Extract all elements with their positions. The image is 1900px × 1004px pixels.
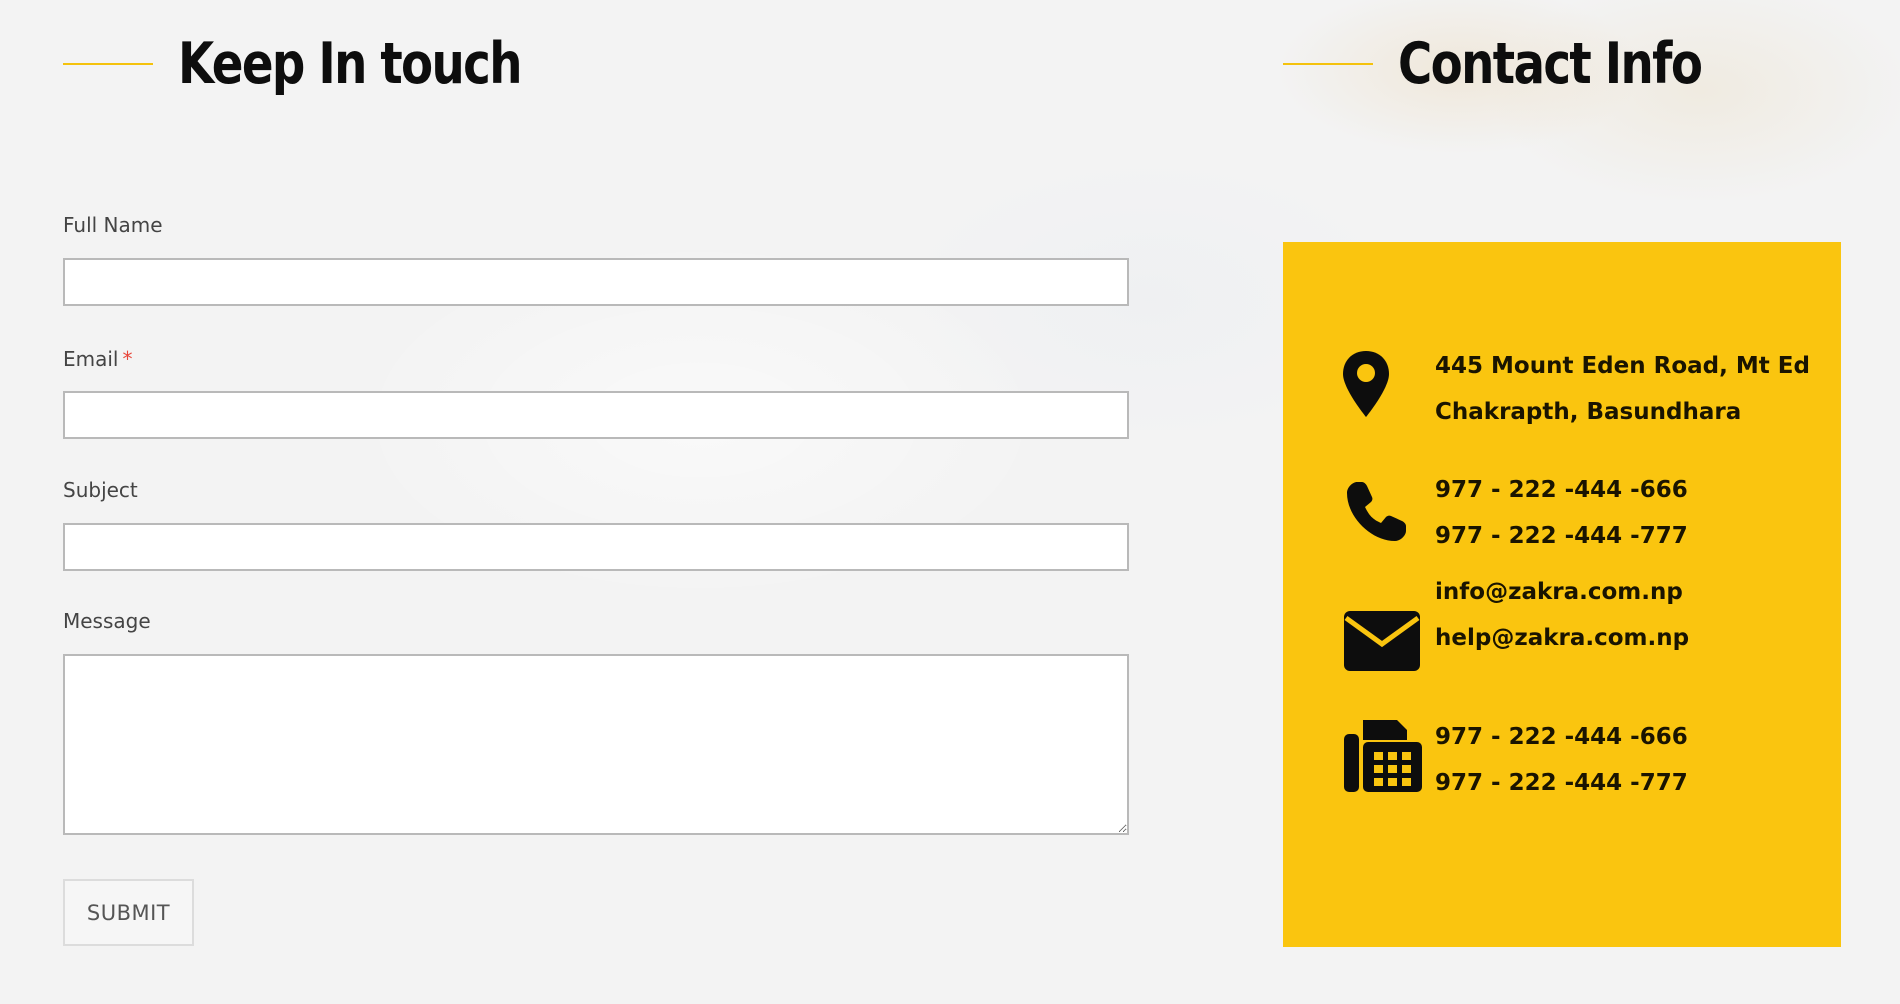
full-name-input[interactable] — [63, 258, 1129, 306]
required-marker: * — [122, 347, 133, 371]
subject-input[interactable] — [63, 523, 1129, 571]
address-text: 445 Mount Eden Road, Mt Ed Chakrapth, Ba… — [1435, 343, 1810, 435]
email-line-1: info@zakra.com.np — [1435, 579, 1683, 605]
heading-accent-line — [1283, 63, 1373, 65]
address-line-1: 445 Mount Eden Road, Mt Ed — [1435, 353, 1810, 379]
address-row: 445 Mount Eden Road, Mt Ed Chakrapth, Ba… — [1283, 343, 1841, 443]
fax-text: 977 - 222 -444 -666 977 - 222 -444 -777 — [1435, 714, 1688, 806]
email-line-2: help@zakra.com.np — [1435, 625, 1690, 651]
email-input[interactable] — [63, 391, 1129, 439]
email-label-text: Email — [63, 347, 119, 371]
full-name-label: Full Name — [63, 213, 163, 237]
message-label: Message — [63, 609, 151, 633]
map-pin-icon — [1340, 345, 1420, 425]
keep-in-touch-title: Keep In touch — [178, 31, 523, 97]
phone-line-1: 977 - 222 -444 -666 — [1435, 477, 1688, 503]
phone-line-2: 977 - 222 -444 -777 — [1435, 523, 1688, 549]
email-text: info@zakra.com.np help@zakra.com.np — [1435, 569, 1689, 661]
fax-row: 977 - 222 -444 -666 977 - 222 -444 -777 — [1283, 714, 1841, 814]
fax-icon — [1343, 714, 1423, 794]
fax-line-2: 977 - 222 -444 -777 — [1435, 770, 1688, 796]
phone-row: 977 - 222 -444 -666 977 - 222 -444 -777 — [1283, 467, 1841, 567]
envelope-icon — [1343, 601, 1423, 681]
contact-info-title: Contact Info — [1398, 31, 1703, 97]
address-line-2: Chakrapth, Basundhara — [1435, 399, 1742, 425]
message-textarea[interactable] — [63, 654, 1129, 835]
fax-line-1: 977 - 222 -444 -666 — [1435, 724, 1688, 750]
email-label: Email * — [63, 347, 133, 371]
contact-info-box: 445 Mount Eden Road, Mt Ed Chakrapth, Ba… — [1283, 242, 1841, 947]
phone-text: 977 - 222 -444 -666 977 - 222 -444 -777 — [1435, 467, 1688, 559]
subject-label: Subject — [63, 478, 138, 502]
submit-button[interactable]: SUBMIT — [63, 879, 194, 946]
email-row: info@zakra.com.np help@zakra.com.np — [1283, 579, 1841, 691]
contact-info-heading: Contact Info — [1283, 28, 1768, 100]
phone-icon — [1343, 472, 1423, 552]
heading-accent-line — [63, 63, 153, 65]
keep-in-touch-heading: Keep In touch — [63, 28, 596, 100]
